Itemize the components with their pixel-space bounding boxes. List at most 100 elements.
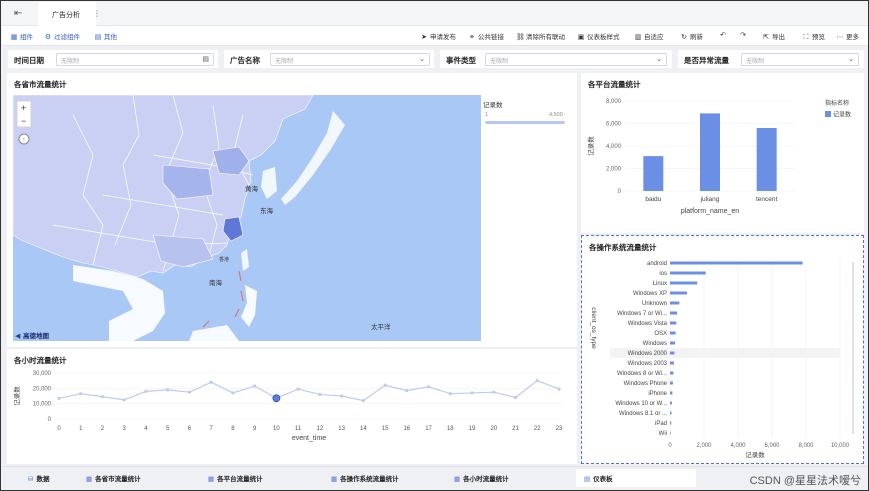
tab-platform-chart[interactable]: ▦ 各平台流量统计 xyxy=(208,473,263,483)
refresh-button[interactable]: ↻ 刷新 xyxy=(680,31,703,41)
x-tick-label: 4 xyxy=(144,426,148,432)
app-window: ⇤ 广告分析 ⋮ ▦ 组件 ⚙ 过滤组件 ▤ 其他 ➤ 申请发布 ⚭ 公共链接 ⛓清除所有… xyxy=(0,0,869,491)
y-tick-label: 30,000 xyxy=(33,371,52,377)
bar-Windows 8 or Wi... xyxy=(670,371,674,375)
pan-icon[interactable]: ☝ xyxy=(22,137,26,144)
undo-button[interactable]: ↶ xyxy=(719,31,729,39)
other-icon: ▤ xyxy=(94,34,102,41)
export-icon: ⇱ xyxy=(763,34,769,41)
zoom-out-button[interactable]: − xyxy=(21,116,26,126)
refresh-icon: ↻ xyxy=(681,34,687,41)
y-tick-label: Windows Vista xyxy=(628,321,668,327)
hourly-line-chart: 010,00020,00030,0000 1 2 3 4 5 6 7 8 9 10 11 12 13 14 1… xyxy=(12,371,563,442)
bar-OSX xyxy=(670,331,676,335)
x-tick-label: 20 xyxy=(490,426,497,432)
x-tick-label: 1 xyxy=(79,426,83,432)
bar-iPhone xyxy=(670,391,673,395)
calendar-icon: ▤ xyxy=(202,56,209,63)
legend-title: 指标名称 xyxy=(825,99,849,107)
redo-button[interactable]: ↷ xyxy=(739,31,749,39)
point xyxy=(470,391,474,395)
watermark: CSDN @星星法术嗳兮 xyxy=(749,475,861,487)
y-tick-label: Windows 2003 xyxy=(628,361,668,367)
zoom-in-button[interactable]: + xyxy=(21,103,26,113)
point xyxy=(383,383,387,387)
redo-icon: ↷ xyxy=(740,32,746,39)
x-tick-label: tencent xyxy=(756,196,778,203)
tab-menu-icon[interactable]: ⋮ xyxy=(93,9,101,18)
bar-baidu xyxy=(643,156,664,191)
province-traffic-panel: 各省市流量统计 黄海 东海 南海 太平洋 香港 + − ☝ ◀ 高德地图 记录数… xyxy=(7,73,577,347)
tab-hourly-chart[interactable]: ▦ 各小时流量统计 xyxy=(454,473,509,483)
province-map[interactable]: 黄海 东海 南海 太平洋 香港 + − ☝ ◀ 高德地图 xyxy=(13,95,481,341)
x-tick-label: 2,000 xyxy=(696,443,712,449)
point xyxy=(535,379,539,383)
public-link-button[interactable]: ⚭ 公共链接 xyxy=(468,31,504,41)
point xyxy=(492,390,496,394)
legend-label: 记录数 xyxy=(833,111,851,119)
adaptive-button[interactable]: ▥ 自适应 xyxy=(634,31,664,41)
point xyxy=(361,399,365,403)
point xyxy=(340,394,344,398)
point xyxy=(318,392,322,397)
bar-Windows 7 or Wi... xyxy=(670,311,678,315)
export-button[interactable]: ⇱ 导出 xyxy=(762,31,785,41)
back-icon[interactable]: ⇤ xyxy=(14,8,22,19)
x-tick-label: 6,000 xyxy=(764,443,780,449)
y-tick-label: Windows 8 or Wi... xyxy=(617,371,667,377)
x-tick-label: 12 xyxy=(317,426,324,432)
x-tick-label: 10 xyxy=(273,426,280,432)
x-tick-label: 14 xyxy=(360,426,367,432)
dashboard-icon: ▤ xyxy=(584,476,591,483)
more-button[interactable]: ⋯ 更多 xyxy=(836,31,860,41)
point xyxy=(57,396,61,400)
tab-province-chart[interactable]: ▦ 各省市流量统计 xyxy=(86,473,141,483)
x-tick-label: 13 xyxy=(338,426,345,432)
event-type-select[interactable]: 无限制 ⌄ xyxy=(485,53,667,66)
tab-bar: ⇤ 广告分析 ⋮ xyxy=(2,2,868,26)
x-tick-label: 21 xyxy=(512,426,519,432)
tab-label: 广告分析 xyxy=(52,12,80,19)
point xyxy=(513,395,518,400)
y-tick-label: Windows 2000 xyxy=(628,351,668,357)
chart-icon: ▦ xyxy=(454,476,461,483)
apply-publish-button[interactable]: ➤ 申请发布 xyxy=(420,31,456,41)
legend-swatch xyxy=(825,111,831,117)
date-input[interactable]: 无限制 ▤ xyxy=(56,53,214,66)
bar-Windows 2000 xyxy=(670,351,675,355)
x-tick-label: 10,000 xyxy=(831,443,850,449)
bar-Windows Vista xyxy=(670,321,677,325)
point xyxy=(187,390,192,394)
legend-min: 1 xyxy=(485,112,489,118)
x-tick-label: 16 xyxy=(403,426,410,432)
legend-range-bar[interactable] xyxy=(485,121,565,124)
bar-tencent xyxy=(756,128,777,191)
bar-ios xyxy=(670,271,706,275)
x-tick-label: 3 xyxy=(123,426,127,432)
chevron-down-icon: ⌄ xyxy=(656,56,662,63)
x-tick-label: 6 xyxy=(188,426,192,432)
bar-Windows 10 or W... xyxy=(670,401,672,405)
clear-linkage-button[interactable]: ⛓清除所有联动 xyxy=(516,31,565,41)
tab-os-chart[interactable]: ▦ 各操作系统流量统计 xyxy=(331,473,399,483)
tab-ad-analysis[interactable]: 广告分析 xyxy=(38,2,96,26)
other-button[interactable]: ▤ 其他 xyxy=(94,31,117,41)
os-traffic-panel[interactable]: 各操作系统流量统计 0 2,000 4,000 6,000 8,000 10,000 and… xyxy=(581,235,864,464)
bar-Linux xyxy=(670,281,698,285)
tab-dashboard[interactable]: ▤ 仪表板 xyxy=(576,469,696,487)
tab-data[interactable]: ⛁ 数据 xyxy=(28,473,49,483)
dashboard-style-button[interactable]: ▣ 仪表板样式 xyxy=(577,31,620,41)
ad-name-select[interactable]: 无限制 ⌄ xyxy=(270,53,430,66)
y-tick-label: ios xyxy=(659,271,667,277)
filter-component-button[interactable]: ⚙ 过滤组件 xyxy=(44,31,80,41)
x-tick-label: 0 xyxy=(57,426,61,432)
point xyxy=(122,398,126,402)
y-tick-label: 2,000 xyxy=(606,167,622,173)
bar-Unknown xyxy=(670,301,680,305)
component-button[interactable]: ▦ 组件 xyxy=(10,31,33,41)
x-tick-label: 5 xyxy=(166,426,170,432)
x-tick-label: baidu xyxy=(645,196,661,203)
point xyxy=(557,387,561,391)
preview-button[interactable]: ⛶ 预览 xyxy=(802,31,825,42)
abnormal-traffic-select[interactable]: 无限制 ⌄ xyxy=(741,53,859,66)
